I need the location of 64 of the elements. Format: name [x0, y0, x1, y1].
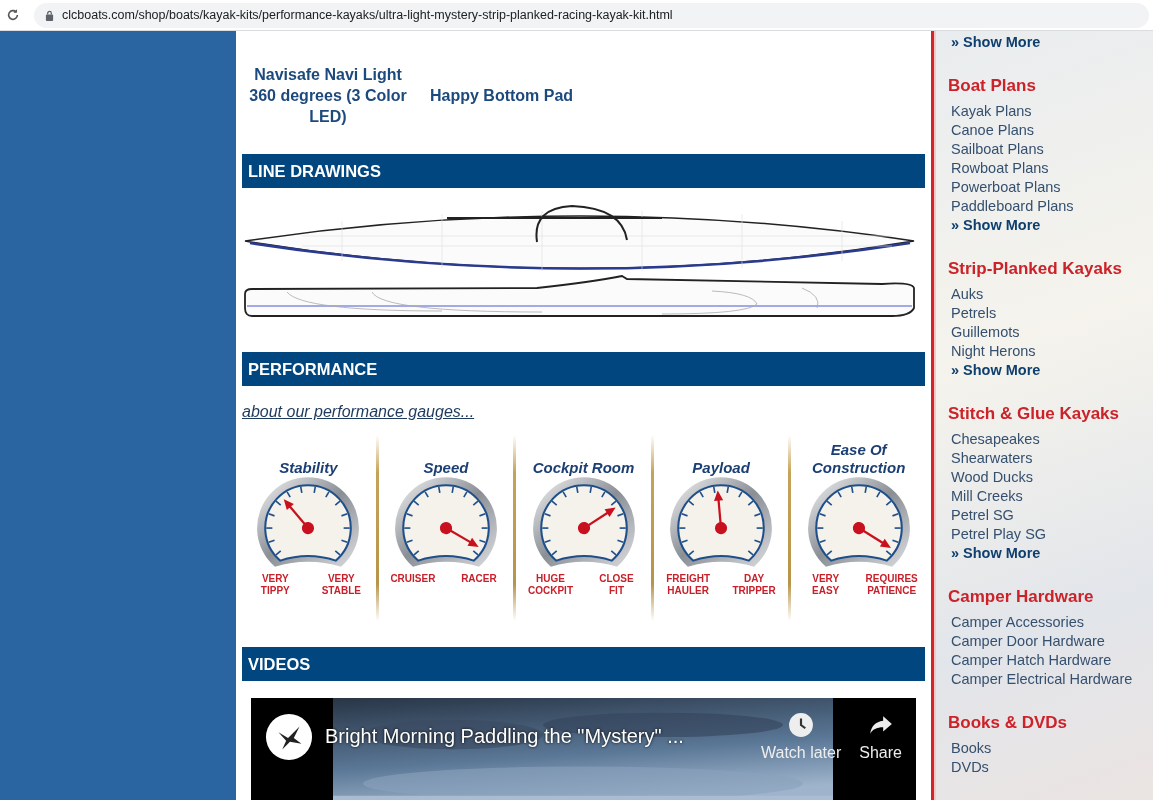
show-more-link[interactable]: » Show More	[948, 361, 1041, 380]
product-link[interactable]: Happy Bottom Pad	[430, 84, 574, 106]
category-link[interactable]: Guillemots	[948, 323, 1020, 342]
category-heading: Camper Hardware	[948, 586, 1095, 608]
category-heading: Books & DVDs	[948, 712, 1069, 734]
category-link[interactable]: Books	[948, 739, 992, 758]
share-button[interactable]: Share	[859, 712, 902, 762]
section-header: LINE DRAWINGS	[242, 154, 925, 188]
category-link[interactable]: Petrel Play SG	[948, 525, 1047, 544]
gauge-title: Cockpit Room	[531, 459, 636, 477]
category-link[interactable]: Shearwaters	[948, 449, 1033, 468]
address-bar[interactable]: clcboats.com/shop/boats/kayak-kits/performance-kayaks/ultra-light-mystery-strip-planked-racing-kayak-kit.html	[34, 2, 1149, 28]
show-more-link[interactable]: » Show More	[948, 544, 1041, 563]
gauge-max-label: REQUIRES PATIENCE	[864, 573, 919, 597]
category-heading: Strip-Planked Kayaks	[948, 258, 1123, 280]
category-link[interactable]: Sailboat Plans	[948, 140, 1044, 159]
channel-avatar[interactable]	[265, 713, 313, 761]
category-heading: Stitch & Glue Kayaks	[948, 403, 1120, 425]
clock-icon	[788, 712, 815, 738]
gauge-needle	[852, 521, 891, 549]
gauge-min-label: VERY EASY	[811, 573, 841, 597]
category-link[interactable]: Auks	[948, 285, 984, 304]
category-link[interactable]: Camper Electrical Hardware	[948, 670, 1133, 689]
category-link[interactable]: Petrel SG	[948, 506, 1014, 525]
category-link[interactable]: Rowboat Plans	[948, 159, 1049, 178]
gauge-title: Payload	[691, 459, 751, 477]
show-more-link[interactable]: » Show More	[948, 33, 1041, 52]
product-link[interactable]: Navisafe Navi Light 360 degrees (3 Color LED)	[242, 63, 414, 127]
gauge-min-label: FREIGHT HAULER	[665, 573, 712, 597]
category-link[interactable]: Mill Creeks	[948, 487, 1023, 506]
category-link[interactable]: Petrels	[948, 304, 997, 323]
category-link[interactable]: Camper Hatch Hardware	[948, 651, 1112, 670]
gauge-title: Stability	[278, 459, 339, 477]
category-link[interactable]: Wood Ducks	[948, 468, 1033, 487]
category-link[interactable]: Powerboat Plans	[948, 178, 1061, 197]
category-link[interactable]: Camper Door Hardware	[948, 632, 1105, 651]
category-link[interactable]: Paddleboard Plans	[948, 197, 1074, 216]
reload-icon[interactable]	[6, 8, 20, 22]
category-heading: Boat Plans	[948, 75, 1037, 97]
category-link[interactable]: DVDs	[948, 758, 989, 777]
gauge-min-label: HUGE COCKPIT	[527, 573, 574, 597]
gauge-needle	[284, 499, 315, 535]
gauge-title: Ease Of Construction	[811, 441, 907, 477]
gauge-title: Speed	[422, 459, 470, 477]
section-header: VIDEOS	[242, 647, 925, 681]
gauge-needle	[577, 507, 616, 535]
category-link[interactable]: Canoe Plans	[948, 121, 1035, 140]
category-link[interactable]: Camper Accessories	[948, 613, 1084, 632]
url-text: clcboats.com/shop/boats/kayak-kits/performance-kayaks/ultra-light-mystery-strip-planked-racing-kayak-kit.html	[62, 8, 673, 22]
gauge-max-label: CLOSE FIT	[598, 573, 635, 597]
section-header: PERFORMANCE	[242, 352, 925, 386]
gauge-needle	[714, 490, 728, 535]
gauge-max-label: RACER	[460, 573, 498, 585]
gauge-max-label: DAY TRIPPER	[731, 573, 777, 597]
gauge-needle	[439, 521, 479, 547]
category-link[interactable]: Chesapeakes	[948, 430, 1040, 449]
lock-icon	[45, 9, 54, 21]
show-more-link[interactable]: » Show More	[948, 216, 1041, 235]
category-link[interactable]: Kayak Plans	[948, 102, 1032, 121]
category-link[interactable]: Night Herons	[948, 342, 1036, 361]
gauge-min-label: VERY TIPPY	[259, 573, 291, 597]
gauge-max-label: VERY STABLE	[320, 573, 362, 597]
gauge-min-label: CRUISER	[389, 573, 437, 585]
gauges-link[interactable]: about our performance gauges...	[242, 403, 475, 421]
